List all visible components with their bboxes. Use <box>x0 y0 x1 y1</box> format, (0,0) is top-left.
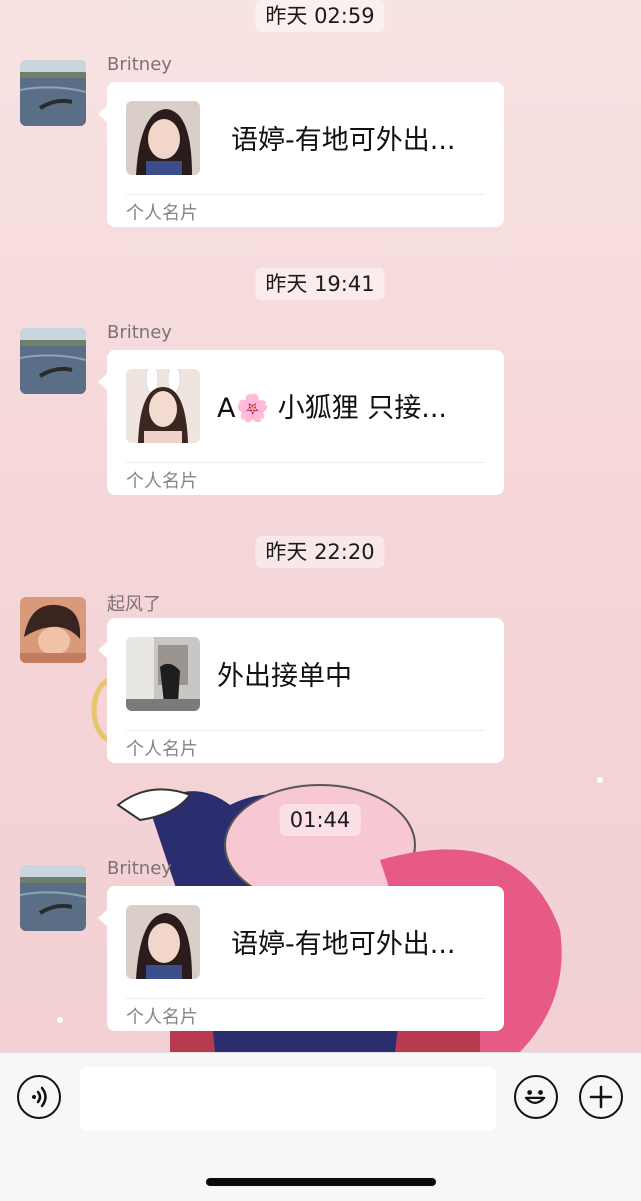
room-photo-icon <box>126 637 200 711</box>
contact-card-name: 外出接单中 <box>217 661 352 692</box>
chat-message-list[interactable]: 昨天 02:59 Britney 语婷-有地可外出... 个人名片 昨天 19:… <box>0 0 641 1052</box>
card-divider <box>126 998 485 999</box>
sender-name: 起风了 <box>107 594 161 615</box>
contact-card-type-label: 个人名片 <box>126 1007 198 1028</box>
contact-card-name: A🌸 小狐狸 只接... <box>217 393 448 424</box>
voice-button[interactable] <box>17 1075 61 1119</box>
voice-icon <box>32 1086 47 1108</box>
card-divider <box>126 462 485 463</box>
lake-photo-avatar-icon <box>20 328 86 394</box>
contact-card-photo <box>126 101 200 175</box>
message-input[interactable] <box>80 1067 496 1131</box>
contact-card-photo <box>126 637 200 711</box>
sender-name: Britney <box>107 54 172 75</box>
contact-card-type-label: 个人名片 <box>126 203 198 224</box>
message-timestamp: 01:44 <box>279 804 361 836</box>
home-indicator[interactable] <box>206 1178 436 1186</box>
plus-icon <box>589 1085 613 1109</box>
anime-boy-avatar-icon <box>20 597 86 663</box>
girl-bunny-ears-photo-icon <box>126 369 200 443</box>
lake-photo-avatar-icon <box>20 865 86 931</box>
sender-avatar[interactable] <box>20 328 86 394</box>
girl-portrait-photo-icon <box>126 101 200 175</box>
message-timestamp: 昨天 22:20 <box>255 536 385 568</box>
sender-avatar[interactable] <box>20 865 86 931</box>
contact-card-type-label: 个人名片 <box>126 471 198 492</box>
contact-card[interactable]: 语婷-有地可外出... 个人名片 <box>98 82 504 227</box>
emoji-button[interactable] <box>514 1075 558 1119</box>
contact-card-photo <box>126 905 200 979</box>
contact-card[interactable]: 语婷-有地可外出... 个人名片 <box>98 886 504 1031</box>
emoji-icon <box>524 1090 546 1105</box>
contact-card[interactable]: 外出接单中 个人名片 <box>98 618 504 763</box>
contact-card[interactable]: A🌸 小狐狸 只接... 个人名片 <box>98 350 504 495</box>
contact-card-type-label: 个人名片 <box>126 739 198 760</box>
card-divider <box>126 194 485 195</box>
girl-portrait-photo-icon <box>126 905 200 979</box>
more-button[interactable] <box>579 1075 623 1119</box>
card-divider <box>126 730 485 731</box>
contact-card-name: 语婷-有地可外出... <box>231 125 456 156</box>
sender-name: Britney <box>107 322 172 343</box>
sender-name: Britney <box>107 858 172 879</box>
sender-avatar[interactable] <box>20 60 86 126</box>
message-timestamp: 昨天 19:41 <box>255 268 385 300</box>
contact-card-name: 语婷-有地可外出... <box>231 929 456 960</box>
message-timestamp: 昨天 02:59 <box>255 0 385 32</box>
contact-card-photo <box>126 369 200 443</box>
sender-avatar[interactable] <box>20 597 86 663</box>
lake-photo-avatar-icon <box>20 60 86 126</box>
